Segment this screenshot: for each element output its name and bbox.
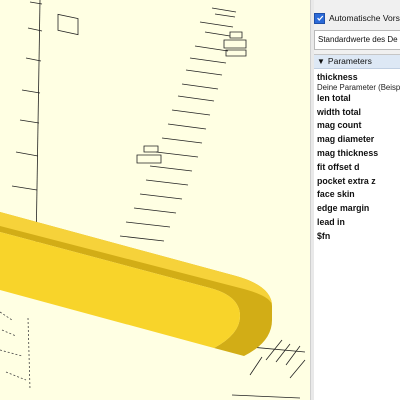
param-lead-in[interactable]: lead in	[317, 216, 400, 230]
param-pocket-extra-z[interactable]: pocket extra z	[317, 175, 400, 189]
parameters-description: Deine Parameter (Beisp	[317, 82, 400, 92]
preset-select[interactable]: Standardwerte des De	[314, 30, 400, 50]
parameters-group-title: Parameters	[327, 56, 372, 66]
param-fit-offset-d[interactable]: fit offset d	[317, 161, 400, 175]
parameters-group-header[interactable]: ▼ Parameters	[314, 55, 400, 69]
param-mag-count[interactable]: mag count	[317, 119, 400, 133]
vertical-axis-line	[35, 0, 41, 251]
param-face-skin[interactable]: face skin	[317, 188, 400, 202]
model-bar[interactable]	[0, 212, 272, 356]
3d-viewport[interactable]	[0, 0, 310, 400]
customizer-panel: Automatische Vorscha Standardwerte des D…	[314, 0, 400, 400]
parameter-list: thickness Deine Parameter (Beisp len tot…	[314, 69, 400, 244]
triangle-down-icon: ▼	[317, 57, 325, 66]
param-fn[interactable]: $fn	[317, 230, 400, 244]
param-len-total[interactable]: len total	[317, 92, 400, 106]
hidden-edges	[0, 311, 31, 391]
auto-preview-label: Automatische Vorscha	[329, 13, 400, 23]
checkmark-icon	[316, 15, 323, 21]
param-edge-margin[interactable]: edge margin	[317, 202, 400, 216]
auto-preview-checkbox[interactable]	[314, 12, 325, 24]
auto-preview-option[interactable]: Automatische Vorscha	[314, 10, 400, 26]
param-mag-thickness[interactable]: mag thickness	[317, 147, 400, 161]
param-width-total[interactable]: width total	[317, 106, 400, 120]
viewport-scene	[0, 0, 306, 399]
param-mag-diameter[interactable]: mag diameter	[317, 133, 400, 147]
parameters-pane: ▼ Parameters thickness Deine Parameter (…	[314, 54, 400, 400]
